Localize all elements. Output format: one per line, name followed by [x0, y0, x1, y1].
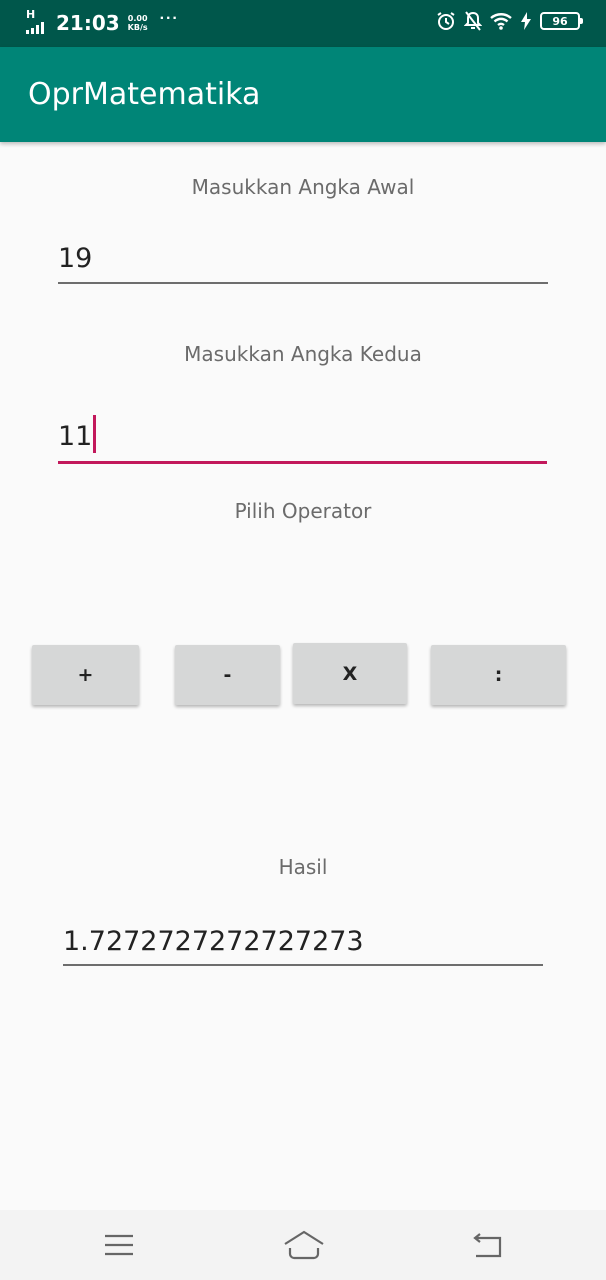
signal-icon: H: [26, 8, 50, 36]
back-icon[interactable]: [472, 1232, 504, 1263]
network-type: H: [26, 8, 36, 21]
status-right: 96: [436, 11, 583, 31]
wifi-icon: [490, 12, 512, 30]
multiply-button[interactable]: X: [293, 643, 407, 704]
navigation-bar: [0, 1210, 606, 1280]
menu-icon[interactable]: [104, 1234, 134, 1261]
battery-icon: 96: [540, 12, 583, 30]
first-number-label: Masukkan Angka Awal: [191, 175, 415, 199]
more-notifications-icon: ···: [159, 10, 179, 27]
status-left: H 21:03 0.00 KB/s ···: [26, 8, 179, 36]
result-value: 1.7272727272727273: [63, 926, 364, 957]
status-bar: H 21:03 0.00 KB/s ··· 96: [0, 0, 606, 47]
subtract-button[interactable]: -: [175, 645, 280, 705]
charging-icon: [520, 12, 532, 30]
second-number-input[interactable]: 11: [58, 410, 547, 464]
app-bar: OprMatematika: [0, 47, 606, 142]
second-number-value: 11: [58, 421, 93, 452]
notifications-off-icon: [464, 11, 482, 31]
result-field[interactable]: 1.7272727272727273: [63, 918, 543, 966]
first-number-input[interactable]: 19: [58, 232, 548, 284]
result-label: Hasil: [278, 855, 328, 879]
second-number-label: Masukkan Angka Kedua: [184, 342, 422, 366]
text-cursor: [93, 415, 97, 453]
speed-unit: KB/s: [127, 23, 148, 32]
battery-level: 96: [552, 14, 568, 28]
network-speed: 0.00 KB/s: [128, 14, 148, 32]
status-time: 21:03: [56, 11, 120, 35]
first-number-value: 19: [58, 243, 93, 274]
alarm-icon: [436, 11, 456, 31]
home-icon[interactable]: [283, 1230, 325, 1265]
operator-label: Pilih Operator: [234, 499, 372, 523]
divide-button[interactable]: :: [431, 645, 566, 705]
app-title: OprMatematika: [28, 77, 261, 112]
add-button[interactable]: +: [32, 645, 139, 705]
speed-value: 0.00: [127, 14, 148, 23]
